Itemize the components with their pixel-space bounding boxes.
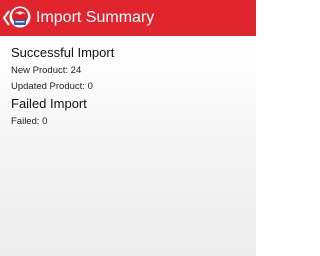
updated-product-count: 0 [87, 81, 93, 92]
successful-import-heading: Successful Import [11, 45, 115, 60]
app-bar: Import Summary [0, 0, 256, 36]
successful-import-section: Successful Import New Product: 24 Update… [11, 45, 251, 93]
new-product-label: New Product: [11, 65, 71, 76]
updated-product-line: Updated Product: 0 [11, 81, 251, 93]
new-product-count: 24 [70, 65, 82, 76]
new-product-line: New Product: 24 [11, 65, 251, 77]
failed-count: 0 [42, 116, 48, 127]
failed-import-heading: Failed Import [11, 96, 87, 111]
app-logo-icon[interactable] [9, 6, 31, 28]
failed-label: Failed: [11, 116, 43, 127]
import-summary-content: Successful Import New Product: 24 Update… [0, 36, 256, 256]
updated-product-label: Updated Product: [11, 81, 88, 92]
page-title: Import Summary [36, 9, 155, 26]
failed-import-section: Failed Import Failed: 0 [11, 96, 251, 128]
failed-line: Failed: 0 [11, 116, 251, 128]
